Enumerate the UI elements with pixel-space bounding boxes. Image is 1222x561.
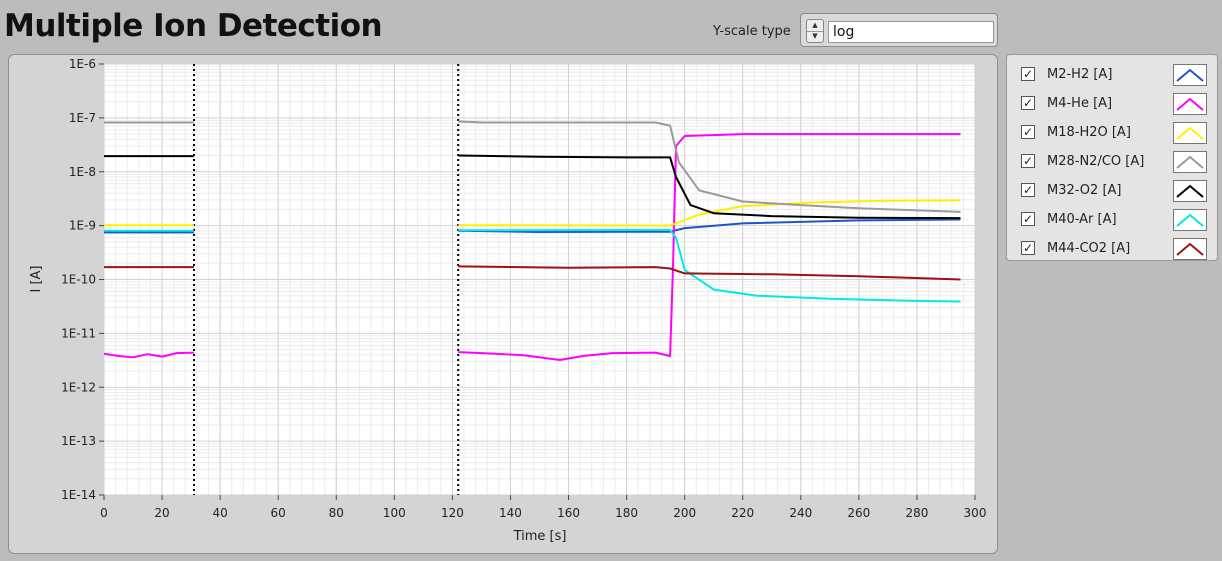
legend-checkbox[interactable]: ✓: [1021, 67, 1035, 81]
x-tick-label: 260: [847, 506, 870, 520]
legend-label: M40-Ar [A]: [1047, 212, 1117, 227]
legend-item[interactable]: ✓ M44-CO2 [A]: [1007, 235, 1217, 263]
legend-swatch[interactable]: [1173, 93, 1207, 115]
legend-item[interactable]: ✓ M4-He [A]: [1007, 90, 1217, 118]
y-tick-label: 1E-9: [69, 219, 96, 233]
legend-checkbox[interactable]: ✓: [1021, 154, 1035, 168]
x-tick-label: 280: [905, 506, 928, 520]
legend-swatch[interactable]: [1173, 122, 1207, 144]
x-tick-label: 60: [271, 506, 286, 520]
legend-checkbox[interactable]: ✓: [1021, 212, 1035, 226]
x-axis-label: Time [s]: [513, 529, 567, 544]
legend-label: M44-CO2 [A]: [1047, 241, 1131, 256]
y-axis-label: I [A]: [29, 265, 44, 292]
legend-swatch[interactable]: [1173, 209, 1207, 231]
x-tick-label: 140: [499, 506, 522, 520]
legend-swatch[interactable]: [1173, 151, 1207, 173]
x-tick-label: 300: [964, 506, 987, 520]
legend-swatch[interactable]: [1173, 64, 1207, 86]
y-tick-label: 1E-12: [61, 380, 96, 394]
legend-item[interactable]: ✓ M40-Ar [A]: [1007, 206, 1217, 234]
ion-chart[interactable]: 0 20 40 60 80 100 120 140 160 180 200 220 240 260 280 3…: [0, 0, 998, 561]
legend-label: M4-He [A]: [1047, 96, 1113, 111]
legend-label: M32-O2 [A]: [1047, 183, 1122, 198]
x-tick-label: 40: [212, 506, 227, 520]
y-tick-label: 1E-14: [61, 488, 96, 502]
y-tick-label: 1E-6: [69, 57, 96, 71]
x-tick-label: 180: [615, 506, 638, 520]
legend-item[interactable]: ✓ M18-H2O [A]: [1007, 119, 1217, 147]
x-tick-label: 240: [789, 506, 812, 520]
x-tick-label: 100: [383, 506, 406, 520]
legend-label: M28-N2/CO [A]: [1047, 154, 1145, 169]
y-tick-label: 1E-7: [69, 111, 96, 125]
y-tick-label: 1E-13: [61, 434, 96, 448]
legend-swatch[interactable]: [1173, 180, 1207, 202]
legend-label: M2-H2 [A]: [1047, 67, 1113, 82]
legend-checkbox[interactable]: ✓: [1021, 241, 1035, 255]
legend-checkbox[interactable]: ✓: [1021, 183, 1035, 197]
y-tick-label: 1E-11: [61, 326, 96, 340]
legend-item[interactable]: ✓ M28-N2/CO [A]: [1007, 148, 1217, 176]
x-tick-label: 120: [441, 506, 464, 520]
x-tick-label: 220: [731, 506, 754, 520]
x-tick-label: 200: [673, 506, 696, 520]
legend-swatch[interactable]: [1173, 238, 1207, 260]
legend-checkbox[interactable]: ✓: [1021, 125, 1035, 139]
legend-label: M18-H2O [A]: [1047, 125, 1131, 140]
y-tick-label: 1E-8: [69, 165, 96, 179]
legend-checkbox[interactable]: ✓: [1021, 96, 1035, 110]
x-tick-label: 20: [154, 506, 169, 520]
legend: ✓ M2-H2 [A] ✓ M4-He [A] ✓ M18-H2O [A] ✓ M28-N2/…: [1006, 54, 1218, 261]
legend-item[interactable]: ✓ M2-H2 [A]: [1007, 61, 1217, 89]
x-tick-label: 160: [557, 506, 580, 520]
x-tick-label: 80: [329, 506, 344, 520]
legend-item[interactable]: ✓ M32-O2 [A]: [1007, 177, 1217, 205]
y-tick-label: 1E-10: [61, 273, 96, 287]
x-tick-label: 0: [100, 506, 108, 520]
